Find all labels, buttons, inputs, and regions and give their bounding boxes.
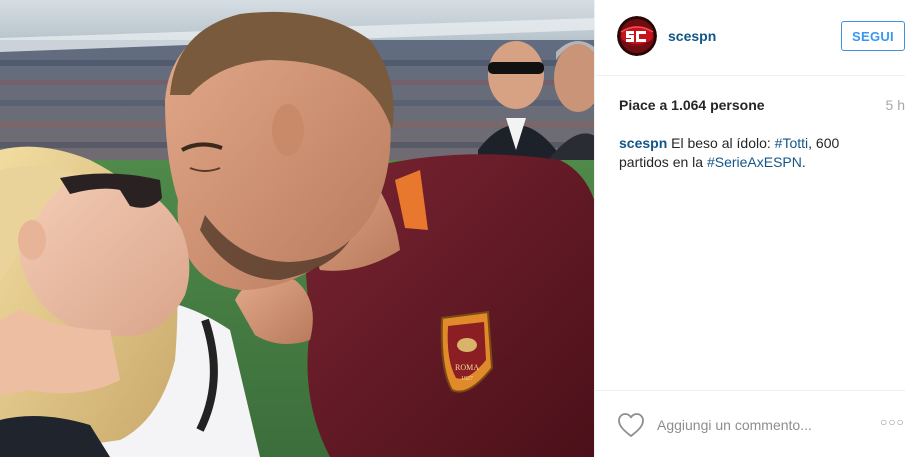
post-header: scespn SEGUI xyxy=(595,0,905,76)
likes-count[interactable]: Piace a 1.064 persone xyxy=(619,97,765,113)
post-side-panel: scespn SEGUI Piace a 1.064 persone 5 h s… xyxy=(594,0,905,457)
caption-text-1: El beso al ídolo: xyxy=(667,135,775,151)
post-photo[interactable]: ROMA 1927 xyxy=(0,0,594,457)
hashtag-seriea[interactable]: #SerieAxESPN xyxy=(707,154,802,170)
post-time[interactable]: 5 h xyxy=(886,97,905,113)
avatar[interactable] xyxy=(617,16,657,56)
heart-outline-icon xyxy=(618,413,644,437)
caption-username[interactable]: scespn xyxy=(619,135,667,151)
username-link[interactable]: scespn xyxy=(668,28,716,44)
follow-button[interactable]: SEGUI xyxy=(841,21,905,51)
photo-illustration: ROMA 1927 xyxy=(0,0,594,457)
like-button[interactable] xyxy=(617,412,645,438)
comment-bar: ○○○ xyxy=(595,390,905,457)
caption-text-3: . xyxy=(801,154,806,170)
sportscenter-logo-icon xyxy=(617,16,657,56)
more-options-icon[interactable]: ○○○ xyxy=(880,415,905,429)
post-caption: scespn El beso al ídolo: #Totti, 600 par… xyxy=(619,134,891,172)
svg-text:1927: 1927 xyxy=(461,376,473,382)
svg-text:ROMA: ROMA xyxy=(455,363,479,372)
hashtag-totti[interactable]: #Totti xyxy=(775,135,808,151)
instagram-post: ROMA 1927 scespn SEGUI Piace a 1.064 per… xyxy=(0,0,905,457)
comment-input[interactable] xyxy=(657,415,857,435)
